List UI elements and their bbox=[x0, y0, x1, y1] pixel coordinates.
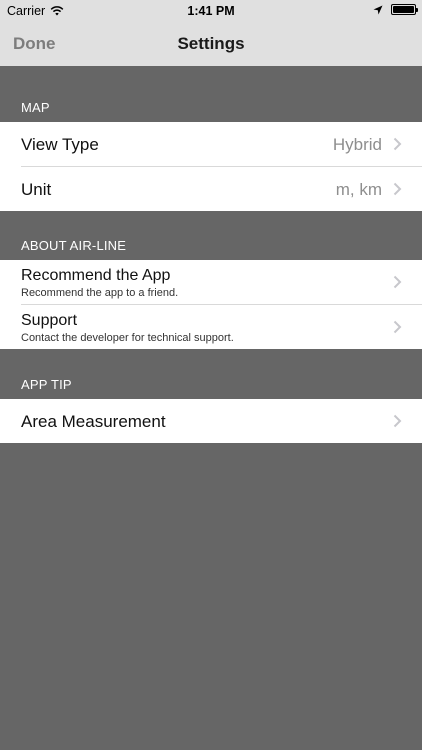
chevron-right-icon bbox=[393, 275, 402, 289]
view-type-label: View Type bbox=[21, 135, 99, 154]
settings-screen: Carrier 1:41 PM Done Settings MAP View T… bbox=[0, 0, 422, 750]
status-time: 1:41 PM bbox=[187, 4, 235, 18]
view-type-value: Hybrid bbox=[332, 135, 382, 154]
section-header-tip: APP TIP bbox=[21, 377, 72, 392]
recommend-subtitle: Recommend the app to a friend. bbox=[21, 287, 179, 299]
battery-icon bbox=[391, 4, 418, 15]
area-measurement-row[interactable]: Area Measurement bbox=[0, 399, 422, 443]
recommend-row[interactable]: Recommend the App Recommend the app to a… bbox=[0, 260, 422, 305]
unit-label: Unit bbox=[21, 180, 52, 199]
chevron-right-icon bbox=[393, 182, 402, 196]
status-right bbox=[373, 4, 418, 15]
unit-value: m, km bbox=[335, 180, 382, 199]
recommend-label: Recommend the App bbox=[21, 267, 171, 284]
support-row[interactable]: Support Contact the developer for techni… bbox=[0, 305, 422, 349]
map-group: View Type Hybrid Unit m, km bbox=[0, 122, 422, 211]
about-group: Recommend the App Recommend the app to a… bbox=[0, 260, 422, 349]
unit-row[interactable]: Unit m, km bbox=[0, 167, 422, 211]
chevron-right-icon bbox=[393, 137, 402, 151]
section-header-about: ABOUT AIR-LINE bbox=[21, 238, 127, 253]
location-arrow-icon bbox=[373, 5, 383, 14]
support-subtitle: Contact the developer for technical supp… bbox=[21, 332, 234, 344]
tip-group: Area Measurement bbox=[0, 399, 422, 443]
view-type-row[interactable]: View Type Hybrid bbox=[0, 122, 422, 167]
top-bar: Carrier 1:41 PM Done Settings bbox=[0, 0, 422, 66]
section-header-map: MAP bbox=[21, 100, 50, 115]
status-bar: Carrier 1:41 PM bbox=[0, 0, 422, 22]
navigation-bar: Done Settings bbox=[0, 22, 422, 66]
chevron-right-icon bbox=[393, 414, 402, 428]
support-label: Support bbox=[21, 312, 78, 329]
page-title: Settings bbox=[177, 34, 245, 53]
chevron-right-icon bbox=[393, 320, 402, 334]
area-measurement-label: Area Measurement bbox=[21, 412, 166, 431]
